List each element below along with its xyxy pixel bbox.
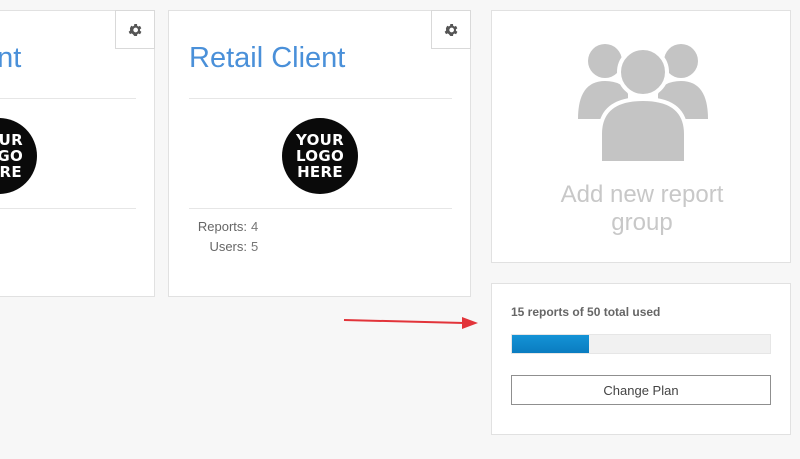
change-plan-button[interactable]: Change Plan (511, 375, 771, 405)
divider (0, 98, 136, 99)
stat-label: Users: (209, 239, 247, 254)
stat-value: 5 (251, 239, 259, 254)
add-report-group-card[interactable]: Add new report group (491, 10, 791, 263)
add-report-group-label: Add new report group (560, 181, 724, 236)
gear-icon (128, 23, 142, 36)
divider (189, 98, 452, 99)
divider (189, 208, 452, 209)
users-count: Users: 5 (159, 239, 258, 254)
reports-count: Reports: 4 (159, 219, 258, 234)
usage-progress-bar (511, 334, 771, 354)
divider (0, 208, 136, 209)
usage-card: 15 reports of 50 total used Change Plan (491, 283, 791, 435)
stat-value: 4 (251, 219, 259, 234)
client-logo: YOUR LOGO HERE (282, 118, 358, 194)
client-card: Retail Client YOUR LOGO HERE Reports: 4 U… (168, 10, 471, 297)
client-title[interactable]: Retail Client (189, 42, 345, 75)
client-card: ent YOUR LOGO HERE (0, 10, 155, 297)
client-logo: YOUR LOGO HERE (0, 118, 37, 194)
client-title[interactable]: ent (0, 42, 21, 75)
usage-summary: 15 reports of 50 total used (511, 305, 661, 319)
red-arrow-icon (343, 317, 478, 329)
gear-icon (444, 23, 458, 36)
settings-button[interactable] (431, 10, 471, 49)
users-group-icon (578, 44, 708, 163)
settings-button[interactable] (115, 10, 155, 49)
stat-label: Reports: (197, 219, 247, 234)
usage-progress-fill (512, 335, 590, 353)
